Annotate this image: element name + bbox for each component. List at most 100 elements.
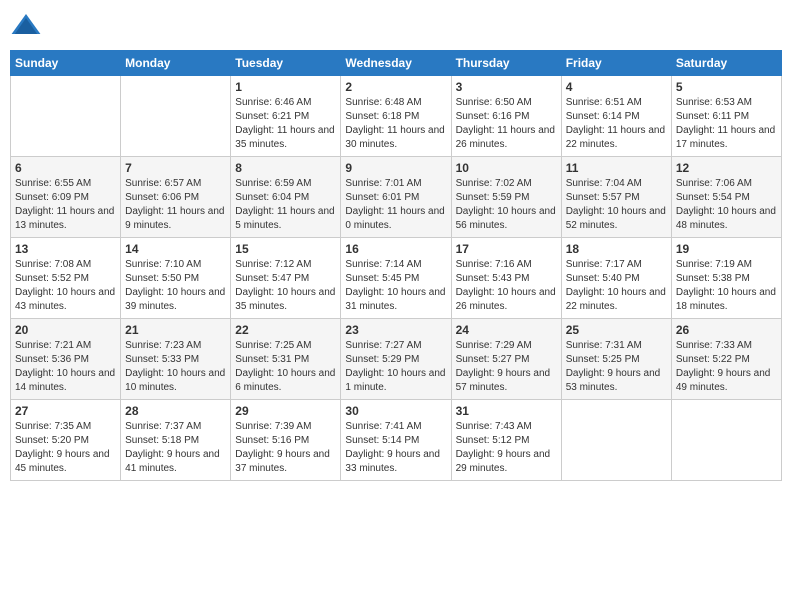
week-row-1: 1 Sunrise: 6:46 AMSunset: 6:21 PMDaylight…: [11, 76, 782, 157]
cell-info: Sunrise: 7:06 AMSunset: 5:54 PMDaylight:…: [676, 177, 777, 233]
cell-info: Sunrise: 7:35 AMSunset: 5:20 PMDaylight:…: [15, 420, 116, 476]
day-number: 3: [456, 80, 557, 94]
day-number: 20: [15, 323, 116, 337]
cell-info: Sunrise: 6:50 AMSunset: 6:16 PMDaylight:…: [456, 96, 557, 152]
day-number: 29: [235, 404, 336, 418]
cell-info: Sunrise: 7:19 AMSunset: 5:38 PMDaylight:…: [676, 258, 777, 314]
day-number: 4: [566, 80, 667, 94]
calendar-cell: 26 Sunrise: 7:33 AMSunset: 5:22 PMDayligh…: [671, 319, 781, 400]
day-number: 5: [676, 80, 777, 94]
page-header: [10, 10, 782, 42]
week-row-4: 20 Sunrise: 7:21 AMSunset: 5:36 PMDayligh…: [11, 319, 782, 400]
cell-info: Sunrise: 7:14 AMSunset: 5:45 PMDaylight:…: [345, 258, 446, 314]
calendar-cell: 5 Sunrise: 6:53 AMSunset: 6:11 PMDaylight…: [671, 76, 781, 157]
calendar-cell: 18Sunrise: 7:17 AMSunset: 5:40 PMDayligh…: [561, 238, 671, 319]
day-number: 1: [235, 80, 336, 94]
calendar-cell: 19 Sunrise: 7:19 AMSunset: 5:38 PMDayligh…: [671, 238, 781, 319]
day-number: 8: [235, 161, 336, 175]
day-number: 17: [456, 242, 557, 256]
cell-info: Sunrise: 7:17 AMSunset: 5:40 PMDaylight:…: [566, 258, 667, 314]
calendar-cell: 1 Sunrise: 6:46 AMSunset: 6:21 PMDaylight…: [231, 76, 341, 157]
calendar-cell: 23Sunrise: 7:27 AMSunset: 5:29 PMDayligh…: [341, 319, 451, 400]
day-number: 24: [456, 323, 557, 337]
day-number: 25: [566, 323, 667, 337]
day-number: 16: [345, 242, 446, 256]
calendar-cell: 28 Sunrise: 7:37 AMSunset: 5:18 PMDayligh…: [121, 400, 231, 481]
cell-info: Sunrise: 7:25 AMSunset: 5:31 PMDaylight:…: [235, 339, 336, 395]
day-number: 31: [456, 404, 557, 418]
calendar-cell: 12 Sunrise: 7:06 AMSunset: 5:54 PMDayligh…: [671, 157, 781, 238]
cell-info: Sunrise: 7:41 AMSunset: 5:14 PMDaylight:…: [345, 420, 446, 476]
cell-info: Sunrise: 7:12 AMSunset: 5:47 PMDaylight:…: [235, 258, 336, 314]
day-header-sunday: Sunday: [11, 51, 121, 76]
week-row-2: 6 Sunrise: 6:55 AMSunset: 6:09 PMDaylight…: [11, 157, 782, 238]
day-header-wednesday: Wednesday: [341, 51, 451, 76]
calendar-cell: [561, 400, 671, 481]
day-number: 6: [15, 161, 116, 175]
calendar-cell: 20 Sunrise: 7:21 AMSunset: 5:36 PMDayligh…: [11, 319, 121, 400]
calendar-cell: [121, 76, 231, 157]
day-number: 21: [125, 323, 226, 337]
cell-info: Sunrise: 6:46 AMSunset: 6:21 PMDaylight:…: [235, 96, 336, 152]
logo: [10, 10, 46, 42]
calendar-cell: [11, 76, 121, 157]
calendar-cell: 14 Sunrise: 7:10 AMSunset: 5:50 PMDayligh…: [121, 238, 231, 319]
calendar-cell: 24 Sunrise: 7:29 AMSunset: 5:27 PMDayligh…: [451, 319, 561, 400]
day-number: 11: [566, 161, 667, 175]
cell-info: Sunrise: 7:08 AMSunset: 5:52 PMDaylight:…: [15, 258, 116, 314]
cell-info: Sunrise: 7:39 AMSunset: 5:16 PMDaylight:…: [235, 420, 336, 476]
calendar-cell: 29 Sunrise: 7:39 AMSunset: 5:16 PMDayligh…: [231, 400, 341, 481]
calendar-table: SundayMondayTuesdayWednesdayThursdayFrid…: [10, 50, 782, 481]
cell-info: Sunrise: 7:29 AMSunset: 5:27 PMDaylight:…: [456, 339, 557, 395]
day-header-saturday: Saturday: [671, 51, 781, 76]
calendar-cell: 3 Sunrise: 6:50 AMSunset: 6:16 PMDaylight…: [451, 76, 561, 157]
week-row-3: 13 Sunrise: 7:08 AMSunset: 5:52 PMDayligh…: [11, 238, 782, 319]
day-number: 27: [15, 404, 116, 418]
calendar-cell: 10Sunrise: 7:02 AMSunset: 5:59 PMDayligh…: [451, 157, 561, 238]
cell-info: Sunrise: 7:02 AMSunset: 5:59 PMDaylight:…: [456, 177, 557, 233]
day-header-thursday: Thursday: [451, 51, 561, 76]
calendar-cell: 11 Sunrise: 7:04 AMSunset: 5:57 PMDayligh…: [561, 157, 671, 238]
day-number: 23: [345, 323, 446, 337]
calendar-cell: 13 Sunrise: 7:08 AMSunset: 5:52 PMDayligh…: [11, 238, 121, 319]
day-header-tuesday: Tuesday: [231, 51, 341, 76]
logo-icon: [10, 10, 42, 42]
day-number: 28: [125, 404, 226, 418]
cell-info: Sunrise: 7:23 AMSunset: 5:33 PMDaylight:…: [125, 339, 226, 395]
cell-info: Sunrise: 7:16 AMSunset: 5:43 PMDaylight:…: [456, 258, 557, 314]
cell-info: Sunrise: 7:04 AMSunset: 5:57 PMDaylight:…: [566, 177, 667, 233]
calendar-cell: 31Sunrise: 7:43 AMSunset: 5:12 PMDayligh…: [451, 400, 561, 481]
day-number: 2: [345, 80, 446, 94]
calendar-cell: 7Sunrise: 6:57 AMSunset: 6:06 PMDaylight…: [121, 157, 231, 238]
day-number: 19: [676, 242, 777, 256]
day-header-friday: Friday: [561, 51, 671, 76]
day-number: 14: [125, 242, 226, 256]
cell-info: Sunrise: 7:10 AMSunset: 5:50 PMDaylight:…: [125, 258, 226, 314]
header-row: SundayMondayTuesdayWednesdayThursdayFrid…: [11, 51, 782, 76]
day-number: 22: [235, 323, 336, 337]
cell-info: Sunrise: 7:01 AMSunset: 6:01 PMDaylight:…: [345, 177, 446, 233]
cell-info: Sunrise: 7:33 AMSunset: 5:22 PMDaylight:…: [676, 339, 777, 395]
cell-info: Sunrise: 6:51 AMSunset: 6:14 PMDaylight:…: [566, 96, 667, 152]
day-number: 15: [235, 242, 336, 256]
cell-info: Sunrise: 6:48 AMSunset: 6:18 PMDaylight:…: [345, 96, 446, 152]
calendar-cell: 27 Sunrise: 7:35 AMSunset: 5:20 PMDayligh…: [11, 400, 121, 481]
day-number: 13: [15, 242, 116, 256]
calendar-cell: 21 Sunrise: 7:23 AMSunset: 5:33 PMDayligh…: [121, 319, 231, 400]
calendar-cell: 22 Sunrise: 7:25 AMSunset: 5:31 PMDayligh…: [231, 319, 341, 400]
day-number: 26: [676, 323, 777, 337]
day-number: 12: [676, 161, 777, 175]
cell-info: Sunrise: 6:53 AMSunset: 6:11 PMDaylight:…: [676, 96, 777, 152]
calendar-cell: 25 Sunrise: 7:31 AMSunset: 5:25 PMDayligh…: [561, 319, 671, 400]
cell-info: Sunrise: 6:59 AMSunset: 6:04 PMDaylight:…: [235, 177, 336, 233]
cell-info: Sunrise: 7:21 AMSunset: 5:36 PMDaylight:…: [15, 339, 116, 395]
week-row-5: 27 Sunrise: 7:35 AMSunset: 5:20 PMDayligh…: [11, 400, 782, 481]
cell-info: Sunrise: 7:31 AMSunset: 5:25 PMDaylight:…: [566, 339, 667, 395]
calendar-cell: [671, 400, 781, 481]
cell-info: Sunrise: 6:55 AMSunset: 6:09 PMDaylight:…: [15, 177, 116, 233]
calendar-cell: 2 Sunrise: 6:48 AMSunset: 6:18 PMDaylight…: [341, 76, 451, 157]
calendar-cell: 17 Sunrise: 7:16 AMSunset: 5:43 PMDayligh…: [451, 238, 561, 319]
calendar-cell: 6 Sunrise: 6:55 AMSunset: 6:09 PMDaylight…: [11, 157, 121, 238]
day-number: 7: [125, 161, 226, 175]
cell-info: Sunrise: 7:37 AMSunset: 5:18 PMDaylight:…: [125, 420, 226, 476]
